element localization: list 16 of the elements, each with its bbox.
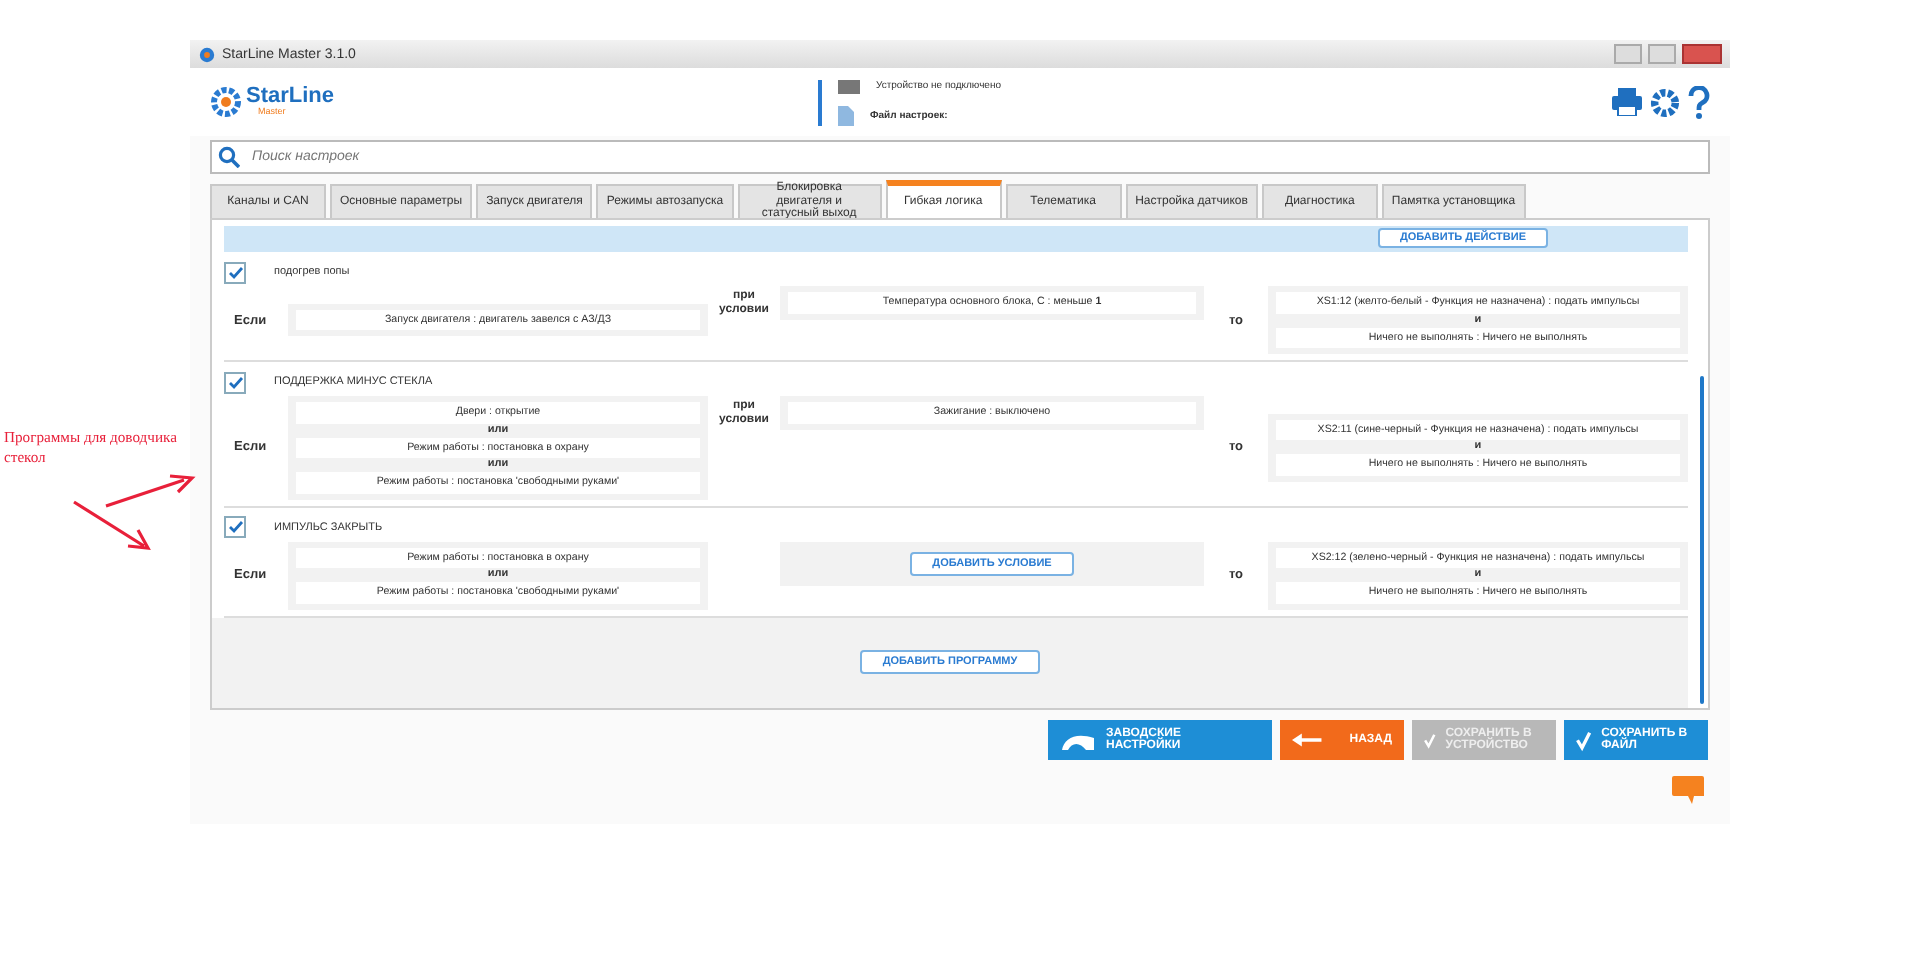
checkbox[interactable] [224, 516, 246, 538]
printer-icon[interactable] [1612, 88, 1642, 116]
device-icon [838, 79, 860, 93]
app-icon [198, 45, 216, 63]
undo-arrow-icon [1060, 731, 1096, 749]
scrollbar[interactable] [1700, 376, 1704, 704]
check-icon [1576, 729, 1592, 751]
help-icon[interactable] [1688, 85, 1710, 119]
gear-icon [210, 86, 242, 118]
checkbox[interactable] [224, 261, 246, 283]
checkbox[interactable] [224, 371, 246, 393]
left-arrow-icon [1292, 732, 1322, 748]
settings-icon[interactable] [1650, 87, 1680, 117]
file-icon [838, 105, 854, 125]
check-icon [1424, 729, 1436, 751]
logo-text: StarLine [246, 86, 335, 109]
